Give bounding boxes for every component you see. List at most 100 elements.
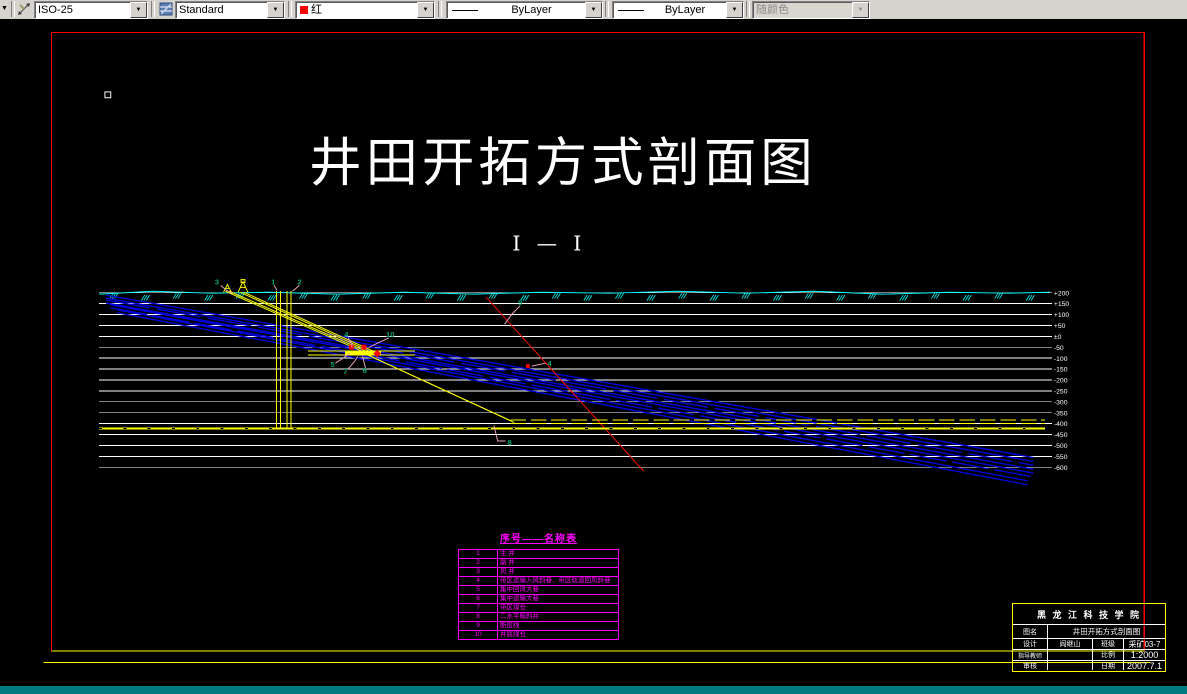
scale-value: 1:2000 [1124,650,1165,660]
color-bylayer-icon [452,10,478,11]
review-label: 审核 [1013,661,1048,670]
elevation-label: -600 [1054,465,1068,472]
layer-combobox[interactable]: 红 ▼ [295,1,435,19]
toolbar-separator [288,1,292,17]
callout-10: 10 [386,330,395,339]
school-name: 黑 龙 江 科 技 学 院 [1013,604,1165,625]
elevation-label: -50 [1054,345,1064,352]
legend-row: 5集中回风大巷 [459,586,619,595]
legend-row-name: 井底煤仓 [498,631,619,640]
chevron-down-icon[interactable]: ▼ [267,2,284,18]
class-label: 班级 [1093,639,1124,649]
lineweight-value: 随颜色 [753,3,852,17]
callout-2: 2 [297,277,302,286]
second-level-roadway [99,420,1045,428]
elevation-label: -400 [1054,421,1068,428]
legend-row: 6集中运输大巷 [459,595,619,604]
dimension-style-button[interactable] [16,1,33,17]
legend-row: 10井底煤仓 [459,631,619,640]
legend-row-number: 4 [459,577,498,586]
callout-8: 8 [507,438,512,447]
dimstyle-value: ISO-25 [35,3,130,17]
advisor-label: 指导教师 [1013,650,1048,660]
legend-row-number: 1 [459,550,498,559]
elevation-label: -300 [1054,399,1068,406]
color-combobox[interactable]: ByLayer ▼ [446,1,603,19]
color-value: ByLayer [478,3,585,17]
callout-9: 9 [518,298,523,307]
callout-6: 6 [363,366,368,375]
class-value: 采矿03-7 [1124,639,1165,649]
dimension-style-icon [17,2,32,17]
elevation-label: -350 [1054,410,1068,417]
callout-5: 5 [330,360,335,369]
legend-row-name: 集中回风大巷 [498,586,619,595]
callout-4: 4 [344,330,349,339]
legend-title: 序号——名称表 [458,531,619,549]
legend: 序号——名称表 1主 井2副 井3风 井4带区运输入风斜巷、带区轨道回风斜巷5集… [458,531,619,640]
title-block: 黑 龙 江 科 技 学 院 图名 井田开拓方式剖面图 设计 阎继山 班级 采矿0… [1012,603,1166,672]
text-style-button[interactable] [157,1,174,17]
clipped-combo-arrow[interactable]: ▼ [1,5,8,12]
legend-row-name: 二水平暗斜井 [498,613,619,622]
legend-row: 7带区煤仓 [459,604,619,613]
legend-row: 9断层线 [459,622,619,631]
designer-label: 设计 [1013,639,1048,649]
designer-value: 阎继山 [1048,639,1093,649]
section-mark: I — I [512,231,586,255]
legend-row-number: 3 [459,568,498,577]
callout-7: 7 [343,367,347,376]
legend-table: 1主 井2副 井3风 井4带区运输入风斜巷、带区轨道回风斜巷5集中回风大巷6集中… [458,549,619,640]
legend-row-number: 8 [459,613,498,622]
elevation-label: -550 [1054,454,1068,461]
toolbar-separator [438,1,442,17]
date-value: 2007.7.1 [1124,661,1165,670]
chevron-down-icon[interactable]: ▼ [726,2,743,18]
elevation-label: -200 [1054,378,1068,385]
legend-row-name: 风 井 [498,568,619,577]
legend-row-number: 5 [459,586,498,595]
elevation-label: -150 [1054,367,1068,374]
chevron-down-icon[interactable]: ▼ [585,2,602,18]
elevation-label: ±0 [1054,334,1062,341]
legend-row: 2副 井 [459,559,619,568]
chevron-down-icon[interactable]: ▼ [130,2,147,18]
linetype-combobox[interactable]: ByLayer ▼ [612,1,744,19]
legend-row-name: 主 井 [498,550,619,559]
grip-point[interactable] [105,92,111,98]
elevation-label: +50 [1054,323,1066,330]
legend-row-name: 带区运输入风斜巷、带区轨道回风斜巷 [498,577,619,586]
chevron-down-icon[interactable]: ▼ [417,2,434,18]
lineweight-combobox: 随颜色 ▼ [752,1,870,19]
legend-row: 8二水平暗斜井 [459,613,619,622]
toolbar-separator [605,1,609,17]
advisor-value [1048,650,1093,660]
review-value [1048,661,1093,670]
text-style-icon [159,2,173,16]
legend-row-number: 6 [459,595,498,604]
legend-row-number: 2 [459,559,498,568]
textstyle-combobox[interactable]: Standard ▼ [175,1,285,19]
drawing-canvas[interactable]: 井田开拓方式剖面图 I — I +200+150+100+50±0-50-100… [0,19,1187,686]
legend-row: 4带区运输入风斜巷、带区轨道回风斜巷 [459,577,619,586]
callout-1: 1 [271,277,276,286]
elevation-label: -450 [1054,432,1068,439]
drawing-name-value: 井田开拓方式剖面图 [1048,625,1165,638]
shafts-and-roadways [99,280,1045,429]
legend-row: 3风 井 [459,568,619,577]
toolbar: ▼ ISO-25 ▼ Standard ▼ 红 ▼ ByLayer [0,0,1187,20]
callout-4b: 4 [547,359,552,368]
textstyle-value: Standard [176,3,267,17]
layer-value: 红 [308,3,417,17]
legend-row-name: 副 井 [498,559,619,568]
legend-row-name: 集中运输大巷 [498,595,619,604]
elevation-label: +150 [1054,301,1070,308]
elevation-label: +200 [1054,290,1070,297]
dimstyle-combobox[interactable]: ISO-25 ▼ [34,1,148,19]
toolbar-separator [746,1,750,17]
chevron-down-icon: ▼ [852,2,869,18]
scale-label: 比例 [1093,650,1124,660]
elevation-grid: +200+150+100+50±0-50-100-150-200-250-300… [99,290,1069,472]
drawing-name-label: 图名 [1013,625,1048,638]
legend-row-name: 断层线 [498,622,619,631]
